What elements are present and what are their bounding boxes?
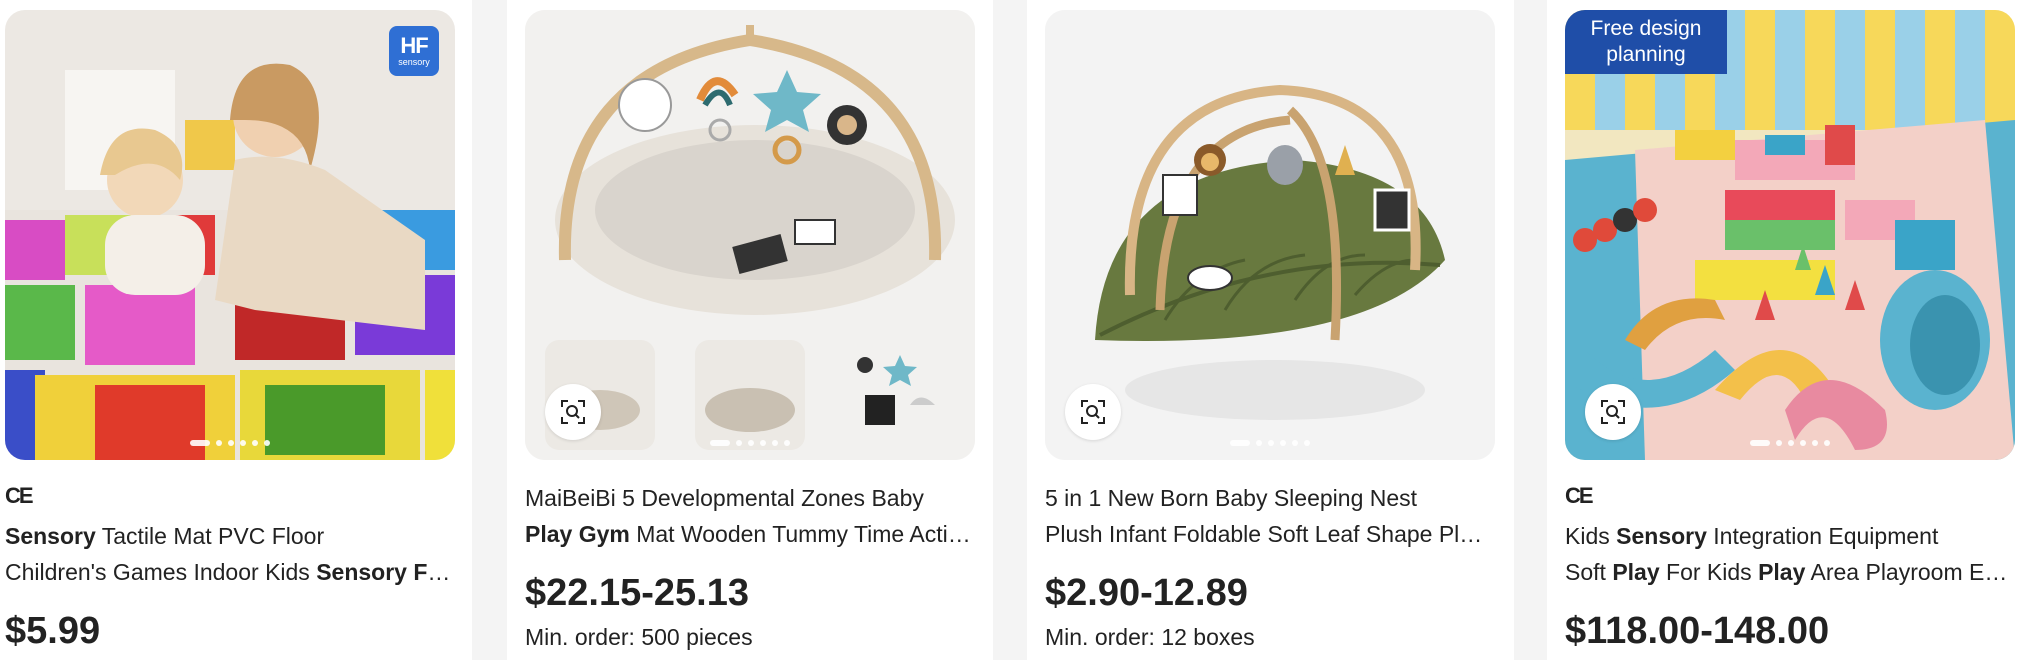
carousel-dot (216, 440, 222, 446)
carousel-dot (1788, 440, 1794, 446)
product-price: $2.90-12.89 (1045, 572, 1248, 614)
product-card[interactable]: 5 in 1 New Born Baby Sleeping Nest Plush… (1027, 0, 1514, 660)
carousel-dot (1824, 440, 1830, 446)
product-card[interactable]: MaiBeiBi 5 Developmental Zones Baby Play… (507, 0, 993, 660)
free-design-badge: Free design planning (1565, 10, 1727, 74)
carousel-dot-active (1230, 440, 1250, 446)
product-row: HF sensory CE Sensory Tactile Mat PVC Fl… (0, 0, 2022, 660)
carousel-dot (228, 440, 234, 446)
carousel-dots (190, 440, 270, 446)
carousel-dot (240, 440, 246, 446)
product-image[interactable]: Free design planning (1565, 10, 2015, 460)
carousel-dot-active (190, 440, 210, 446)
ce-certification-label: CE (5, 483, 34, 508)
product-card[interactable]: HF sensory CE Sensory Tactile Mat PVC Fl… (0, 0, 472, 660)
product-price: $22.15-25.13 (525, 572, 749, 614)
carousel-dot (1292, 440, 1298, 446)
carousel-dot (1280, 440, 1286, 446)
carousel-dot (1800, 440, 1806, 446)
product-title[interactable]: MaiBeiBi 5 Developmental Zones Baby Play… (525, 480, 975, 552)
product-card[interactable]: Free design planning CE Kids Sensory Int… (1547, 0, 2022, 660)
ce-certification-label: CE (1565, 483, 1594, 508)
product-image[interactable] (1045, 10, 1495, 460)
product-image[interactable] (525, 10, 975, 460)
carousel-dot (1268, 440, 1274, 446)
carousel-dot (736, 440, 742, 446)
min-order-label: Min. order: 500 pieces (525, 624, 753, 650)
product-photo-sensory-mat (5, 10, 455, 460)
carousel-dot (264, 440, 270, 446)
image-search-button[interactable] (1065, 384, 1121, 440)
image-search-icon (561, 400, 585, 424)
carousel-dots (1230, 440, 1310, 446)
carousel-dot (1304, 440, 1310, 446)
carousel-dot (1256, 440, 1262, 446)
carousel-dot-active (1750, 440, 1770, 446)
carousel-dots (1750, 440, 1830, 446)
brand-badge: HF sensory (389, 26, 439, 76)
carousel-dot (1776, 440, 1782, 446)
product-title[interactable]: Kids Sensory Integration Equipment Soft … (1565, 518, 2015, 590)
min-order-label: Min. order: 12 boxes (1045, 624, 1255, 650)
image-search-icon (1081, 400, 1105, 424)
image-search-button[interactable] (1585, 384, 1641, 440)
image-search-button[interactable] (545, 384, 601, 440)
carousel-dot (784, 440, 790, 446)
product-image[interactable]: HF sensory (5, 10, 455, 460)
carousel-dots (710, 440, 790, 446)
product-price: $5.99 (5, 610, 101, 652)
image-search-icon (1601, 400, 1625, 424)
product-title[interactable]: 5 in 1 New Born Baby Sleeping Nest Plush… (1045, 480, 1495, 552)
carousel-dot (252, 440, 258, 446)
product-title[interactable]: Sensory Tactile Mat PVC Floor Children's… (5, 518, 455, 590)
carousel-dot-active (710, 440, 730, 446)
carousel-dot (1812, 440, 1818, 446)
product-price: $118.00-148.00 (1565, 610, 1830, 652)
carousel-dot (772, 440, 778, 446)
carousel-dot (748, 440, 754, 446)
carousel-dot (760, 440, 766, 446)
